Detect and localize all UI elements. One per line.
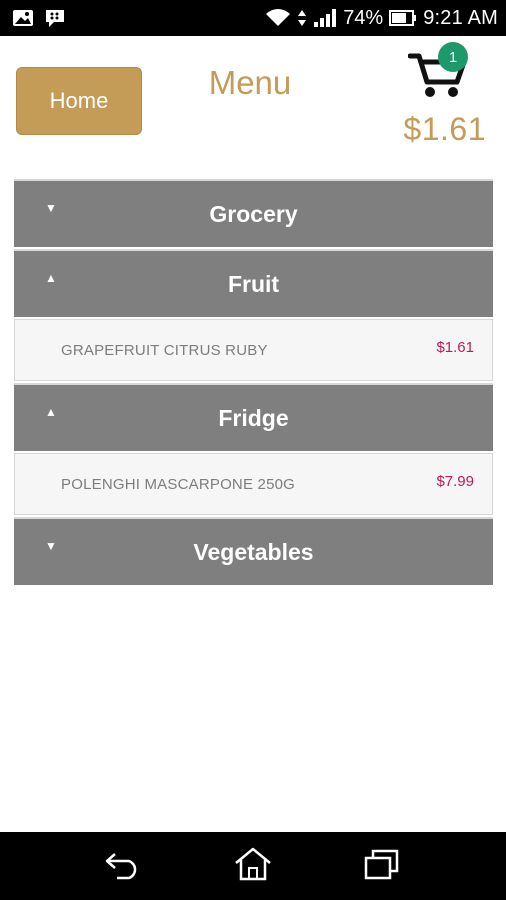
recents-icon xyxy=(364,848,400,885)
battery-percent: 74% xyxy=(343,6,384,29)
category-header-vegetables[interactable]: ▼ Vegetables xyxy=(14,517,493,585)
item-name: POLENGHI MASCARPONE 250G xyxy=(61,475,296,493)
cart-icon xyxy=(407,53,468,106)
header: Home Menu 1 $1.61 xyxy=(0,36,506,176)
cart-count-badge: 1 xyxy=(438,42,468,72)
home-button[interactable]: Home xyxy=(16,67,142,135)
signal-icon xyxy=(313,8,337,28)
item-name: GRAPEFRUIT CITRUS RUBY xyxy=(61,341,268,359)
category-header-fridge[interactable]: ▲ Fridge xyxy=(14,383,493,451)
category-label: Grocery xyxy=(209,200,298,227)
caret-up-icon: ▲ xyxy=(45,405,57,419)
caret-down-icon: ▼ xyxy=(45,201,57,215)
category-list: ▼ Grocery ▲ Fruit GRAPEFRUIT CITRUS RUBY… xyxy=(14,179,493,587)
item-price: $7.99 xyxy=(436,472,474,490)
home-icon xyxy=(234,847,272,886)
gallery-icon xyxy=(12,9,34,27)
category-header-grocery[interactable]: ▼ Grocery xyxy=(14,179,493,247)
category-label: Fruit xyxy=(227,270,280,297)
item-price: $1.61 xyxy=(436,338,474,356)
back-button[interactable] xyxy=(94,841,154,891)
caret-up-icon: ▲ xyxy=(45,271,57,285)
caret-down-icon: ▼ xyxy=(45,539,57,553)
page-title: Menu xyxy=(208,64,292,101)
home-nav-button[interactable] xyxy=(223,841,283,891)
back-icon xyxy=(105,848,143,885)
list-item[interactable]: GRAPEFRUIT CITRUS RUBY $1.61 xyxy=(14,319,493,381)
battery-icon xyxy=(389,9,417,27)
data-arrows-icon xyxy=(297,8,307,28)
category-label: Vegetables xyxy=(193,538,314,565)
bbm-icon xyxy=(44,8,66,28)
navigation-bar xyxy=(0,832,506,900)
status-bar: 74% 9:21 AM xyxy=(0,0,506,36)
category-label: Fridge xyxy=(218,404,289,431)
list-item[interactable]: POLENGHI MASCARPONE 250G $7.99 xyxy=(14,453,493,515)
clock: 9:21 AM xyxy=(423,6,498,29)
recents-button[interactable] xyxy=(352,841,412,891)
wifi-icon xyxy=(265,8,291,28)
category-header-fruit[interactable]: ▲ Fruit xyxy=(14,249,493,317)
cart-total: $1.61 xyxy=(403,111,486,147)
